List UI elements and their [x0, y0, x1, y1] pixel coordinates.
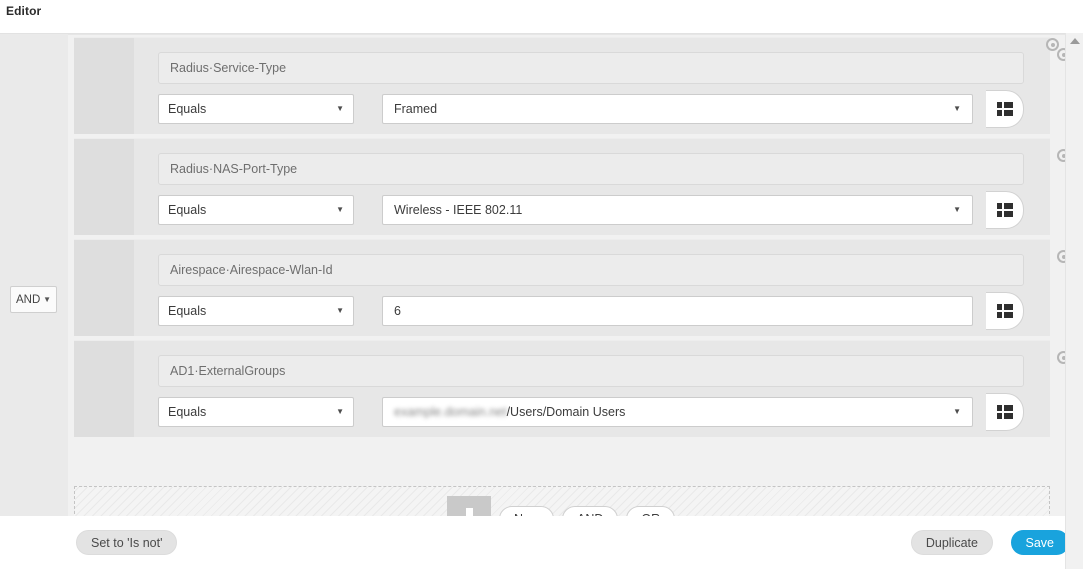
value-picker-button[interactable] [986, 393, 1024, 431]
operator-label: Equals [168, 405, 207, 419]
value-suffix: /Users/Domain Users [506, 405, 626, 419]
set-to-is-not-label: Set to 'Is not' [91, 535, 163, 550]
condition-gutter [74, 341, 134, 437]
operator-label: Equals [168, 102, 207, 116]
operator-label: Equals [168, 203, 207, 217]
set-to-is-not-button[interactable]: Set to 'Is not' [76, 530, 178, 555]
value-input[interactable]: 6 [382, 296, 973, 326]
duplicate-button[interactable]: Duplicate [910, 530, 993, 555]
chevron-down-icon: ▼ [336, 205, 344, 214]
attribute-label: Radius·Service-Type [170, 61, 287, 75]
condition-row: AD1·ExternalGroups Equals ▼ example.doma… [74, 340, 1070, 437]
logic-operator-select[interactable]: AND ▼ [10, 286, 57, 313]
chevron-down-icon: ▼ [953, 104, 961, 113]
grid-picker-icon [996, 203, 1013, 217]
top-divider [0, 34, 1083, 35]
save-label: Save [1025, 535, 1055, 550]
condition-gutter [74, 38, 134, 134]
page-title: Editor [6, 4, 42, 18]
value-select[interactable]: example.domain.net/Users/Domain Users ▼ [382, 397, 973, 427]
policy-condition-editor: AND ▼ Radius·Service-Type Equals ▼ Frame… [0, 33, 1083, 569]
value-picker-button[interactable] [986, 90, 1024, 128]
attribute-field[interactable]: Radius·Service-Type [158, 52, 1024, 84]
condition-row: Radius·Service-Type Equals ▼ Framed ▼ [74, 37, 1070, 134]
operator-select[interactable]: Equals ▼ [158, 195, 354, 225]
operator-select[interactable]: Equals ▼ [158, 296, 354, 326]
chevron-down-icon: ▼ [336, 407, 344, 416]
grid-picker-icon [996, 102, 1013, 116]
condition-gutter [74, 240, 134, 336]
conditions-list: Radius·Service-Type Equals ▼ Framed ▼ Ra… [74, 37, 1070, 441]
value-label: Wireless - IEEE 802.11 [394, 203, 523, 217]
value-select[interactable]: Framed ▼ [382, 94, 973, 124]
value-text: 6 [394, 304, 401, 318]
vertical-scrollbar[interactable] [1065, 33, 1083, 569]
condition-row: Radius·NAS-Port-Type Equals ▼ Wireless -… [74, 138, 1070, 235]
chevron-down-icon: ▼ [953, 407, 961, 416]
value-picker-button[interactable] [986, 191, 1024, 229]
operator-select[interactable]: Equals ▼ [158, 397, 354, 427]
editor-footer: Set to 'Is not' Duplicate Save [0, 516, 1083, 569]
operator-label: Equals [168, 304, 207, 318]
duplicate-label: Duplicate [925, 535, 978, 550]
attribute-label: Radius·NAS-Port-Type [170, 162, 298, 176]
value-picker-button[interactable] [986, 292, 1024, 330]
chevron-down-icon: ▼ [953, 205, 961, 214]
scroll-up-arrow-icon[interactable] [1070, 38, 1080, 44]
grid-picker-icon [996, 405, 1013, 419]
grid-picker-icon [996, 304, 1013, 318]
remove-circle-icon[interactable] [1046, 38, 1059, 51]
attribute-label: Airespace·Airespace-Wlan-Id [170, 263, 333, 277]
attribute-field[interactable]: Radius·NAS-Port-Type [158, 153, 1024, 185]
value-select[interactable]: Wireless - IEEE 802.11 ▼ [382, 195, 973, 225]
chevron-down-icon: ▼ [336, 104, 344, 113]
editor-page: Editor AND ▼ Radius·Service-Type Equals [0, 0, 1083, 569]
chevron-down-icon: ▼ [336, 306, 344, 315]
attribute-label: AD1·ExternalGroups [170, 364, 286, 378]
condition-row: Airespace·Airespace-Wlan-Id Equals ▼ 6 [74, 239, 1070, 336]
logic-operator-rail: AND ▼ [0, 34, 68, 533]
save-button[interactable]: Save [1010, 530, 1069, 555]
value-redacted-prefix: example.domain.net [394, 405, 507, 419]
attribute-field[interactable]: AD1·ExternalGroups [158, 355, 1024, 387]
logic-operator-label: AND [16, 293, 41, 306]
attribute-field[interactable]: Airespace·Airespace-Wlan-Id [158, 254, 1024, 286]
chevron-down-icon: ▼ [43, 294, 51, 304]
operator-select[interactable]: Equals ▼ [158, 94, 354, 124]
value-label: Framed [394, 102, 438, 116]
condition-gutter [74, 139, 134, 235]
